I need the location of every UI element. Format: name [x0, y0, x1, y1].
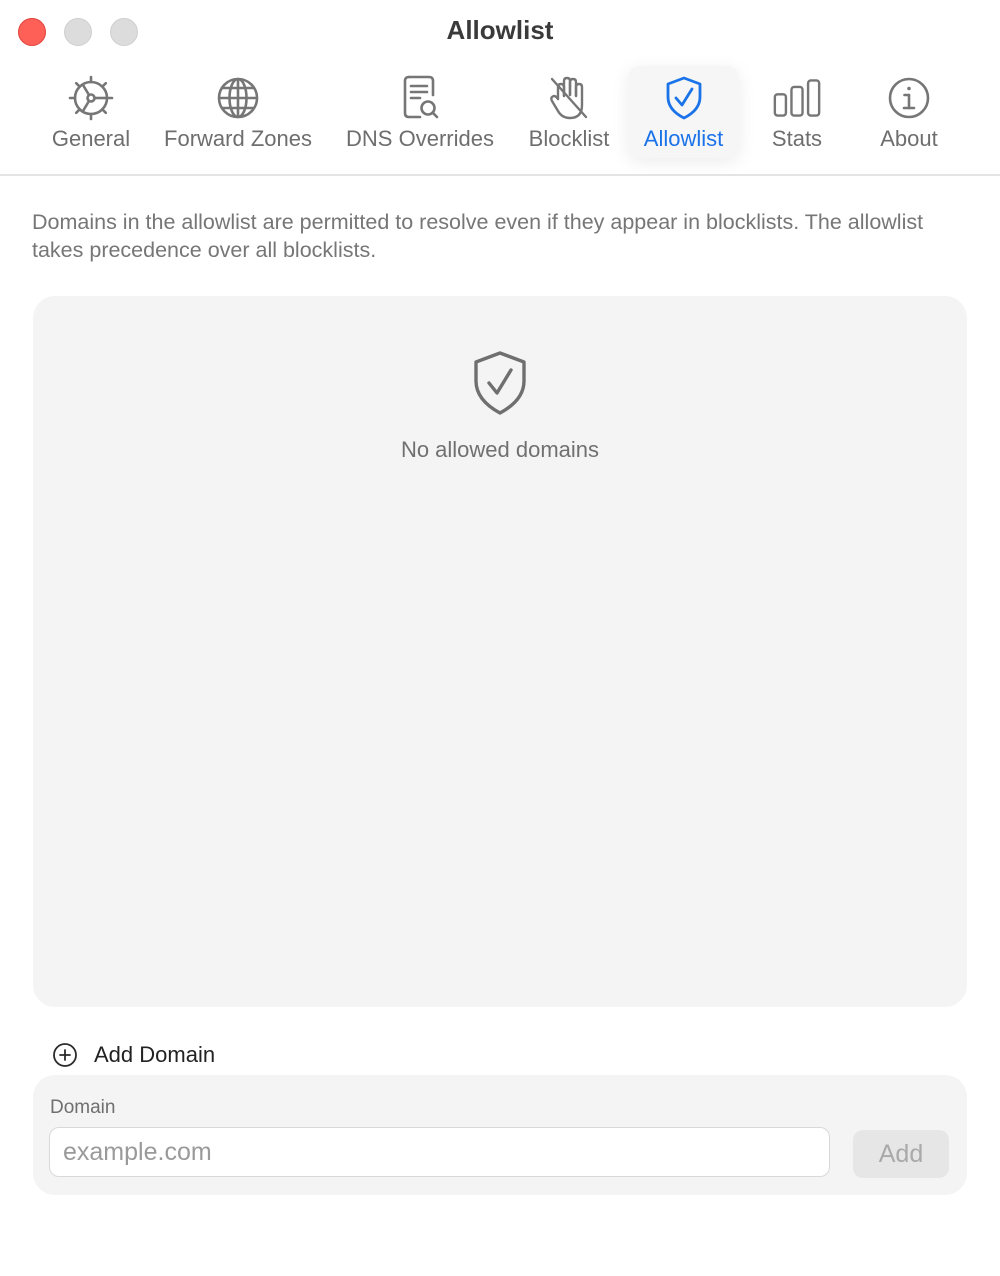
globe-icon — [214, 74, 262, 122]
add-domain-title: Add Domain — [94, 1042, 216, 1067]
tab-label: General — [51, 126, 131, 151]
tab-allowlist[interactable]: Allowlist — [628, 66, 739, 158]
tab-blocklist[interactable]: Blocklist — [520, 66, 618, 158]
plus-circle-icon — [52, 1042, 78, 1068]
empty-state-text: No allowed domains — [400, 437, 600, 462]
shield-check-icon — [660, 74, 708, 122]
shield-check-icon — [472, 350, 528, 416]
window-title: Allowlist — [446, 15, 554, 45]
tab-label: Blocklist — [528, 126, 610, 151]
allowlist-description: Domains in the allowlist are permitted t… — [32, 210, 924, 262]
gear-icon — [67, 74, 115, 122]
add-button[interactable]: Add — [853, 1130, 949, 1178]
preferences-window: Allowlist General Forward Zones DNS Over… — [0, 0, 1000, 1276]
document-search-icon — [396, 74, 444, 122]
add-domain-form: Domain Add — [33, 1075, 967, 1195]
tab-dns-overrides[interactable]: DNS Overrides — [338, 66, 502, 158]
info-icon — [885, 74, 933, 122]
tab-label: About — [880, 126, 938, 151]
hand-raised-icon — [545, 74, 593, 122]
tab-label: Forward Zones — [164, 126, 312, 151]
tab-general[interactable]: General — [40, 66, 142, 158]
domain-input[interactable] — [49, 1127, 830, 1177]
preferences-toolbar: General Forward Zones DNS Overrides Bloc… — [0, 60, 1000, 176]
tab-label: DNS Overrides — [346, 126, 494, 151]
title-bar: Allowlist — [0, 0, 1000, 60]
bar-chart-icon — [773, 74, 821, 122]
allowlist-domains-list: No allowed domains — [33, 296, 967, 1007]
domain-field-label: Domain — [50, 1097, 116, 1118]
toolbar-divider — [0, 174, 1000, 176]
tab-forward-zones[interactable]: Forward Zones — [156, 66, 320, 158]
add-domain-header: Add Domain — [52, 1040, 215, 1070]
tab-label: Allowlist — [643, 126, 724, 151]
tab-label: Stats — [771, 126, 823, 151]
tab-stats[interactable]: Stats — [756, 66, 838, 158]
tab-about[interactable]: About — [864, 66, 954, 158]
